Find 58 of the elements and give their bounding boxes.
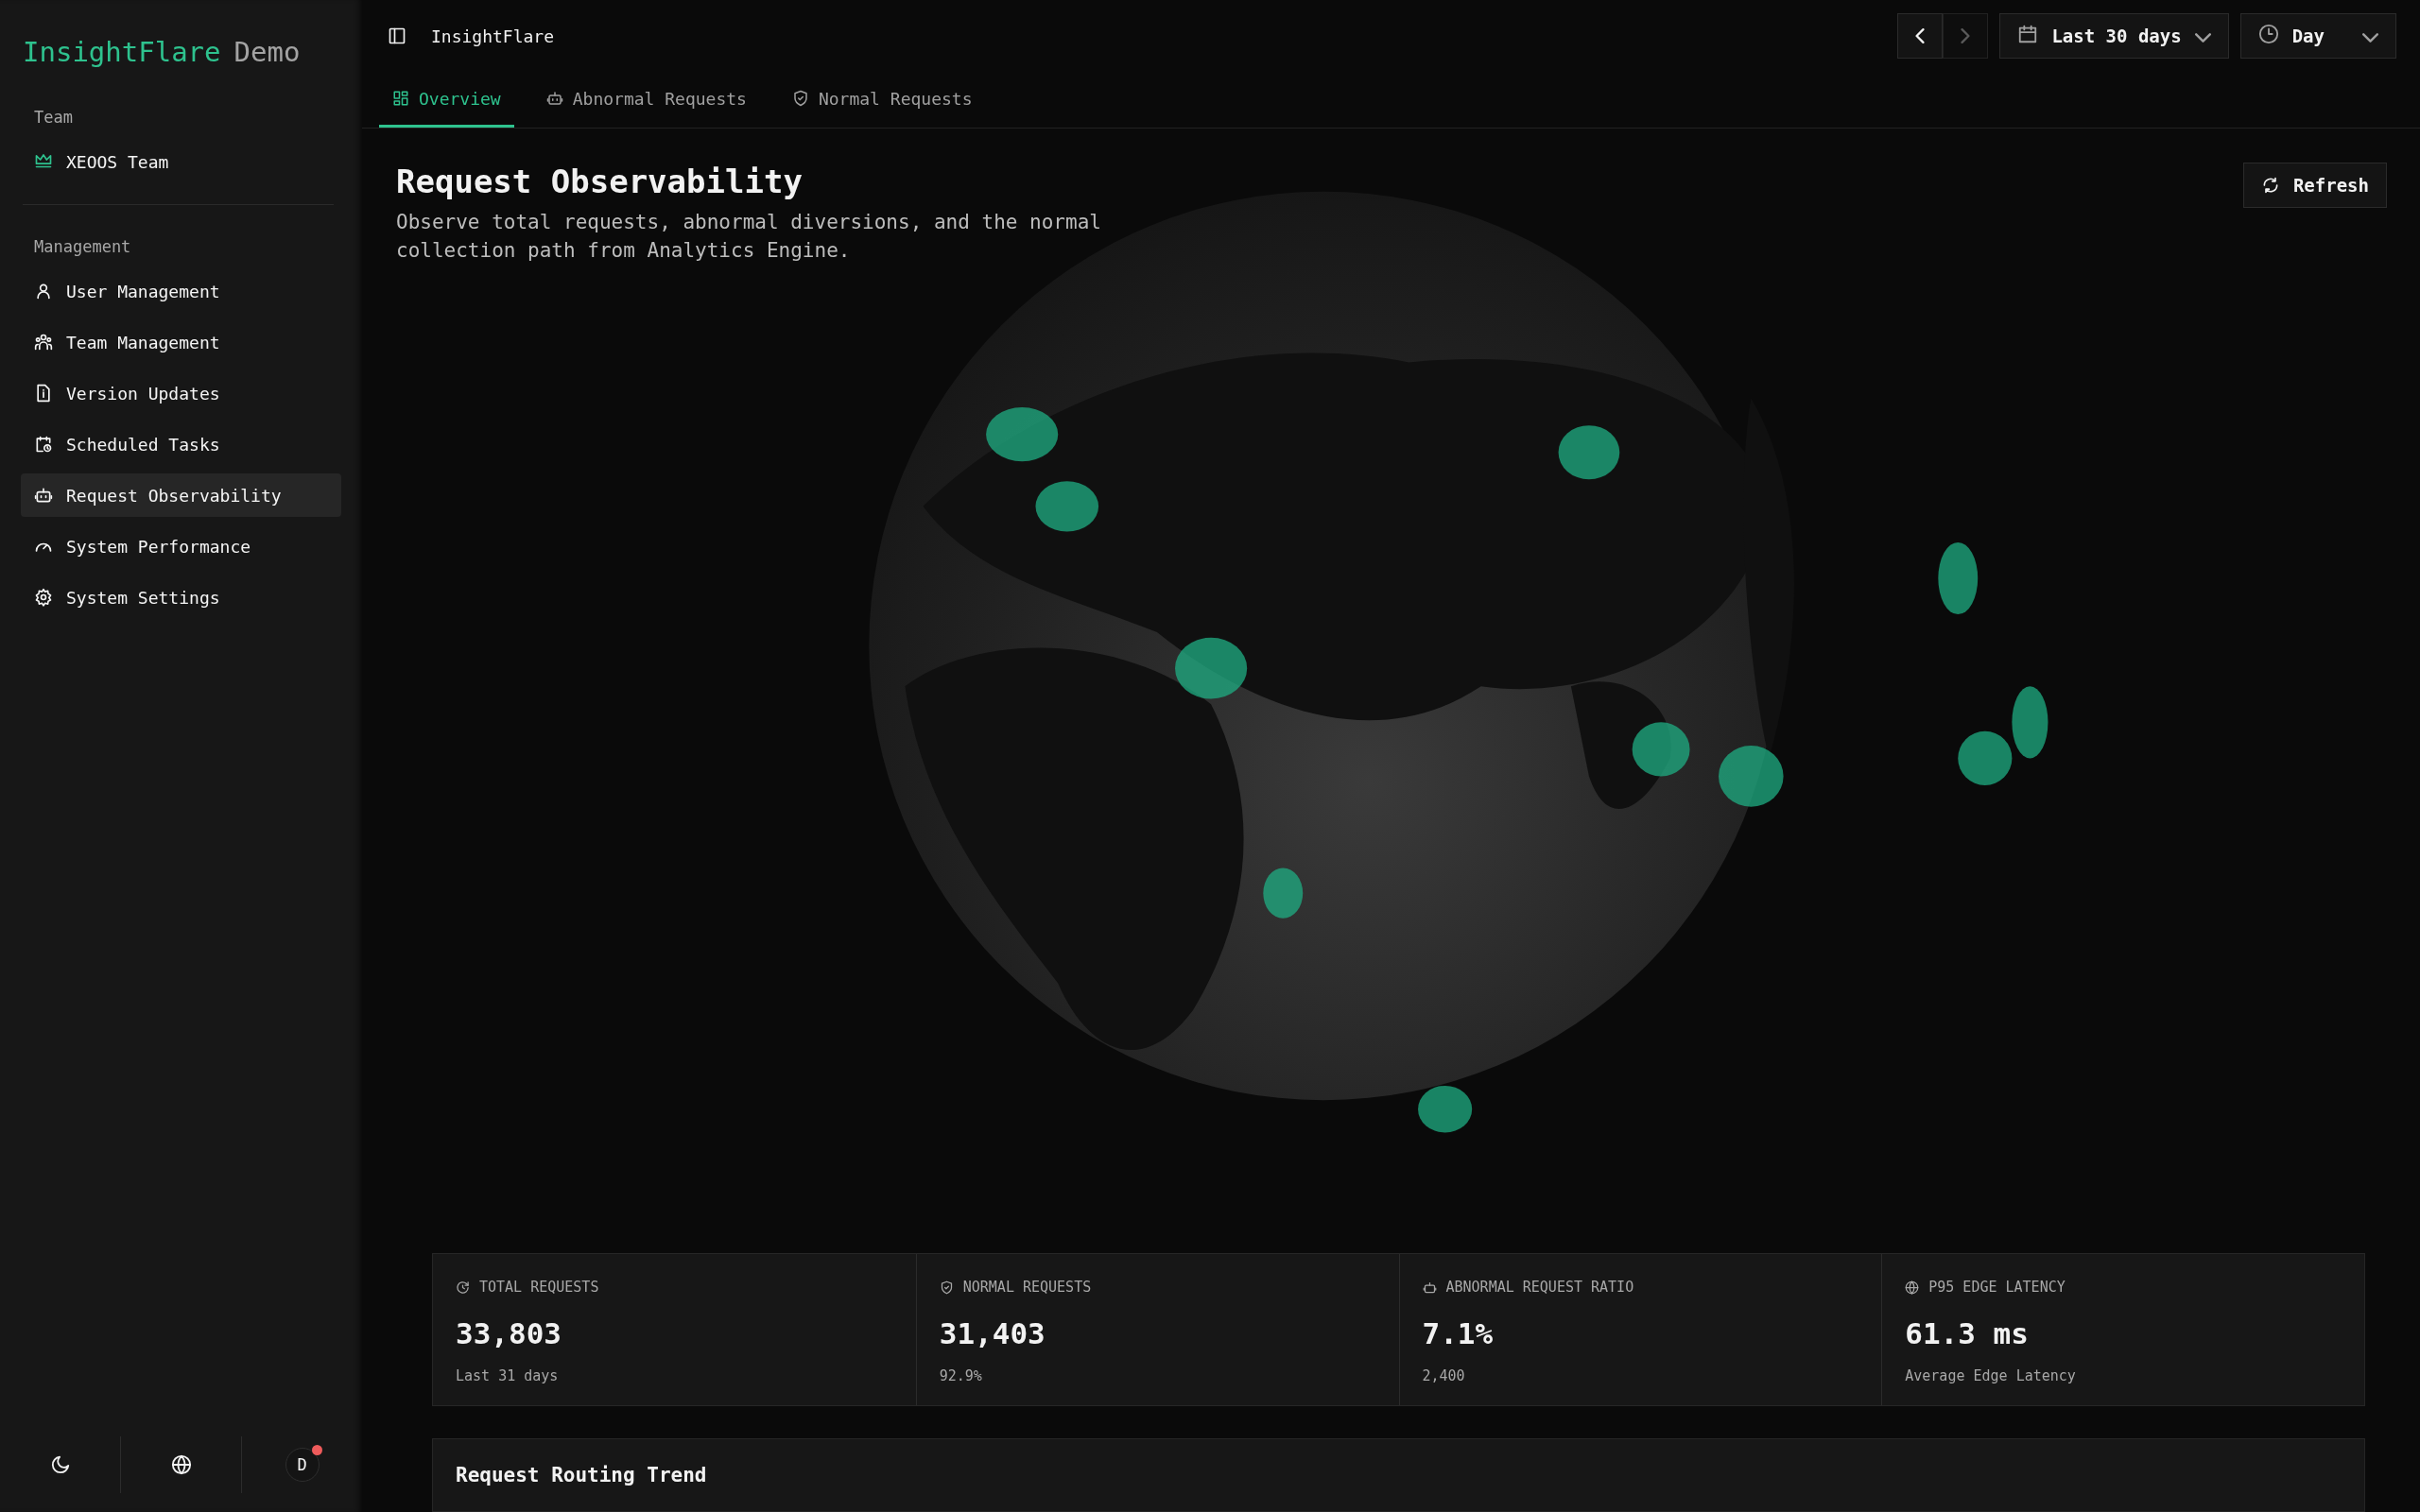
clock-arrow-icon	[456, 1280, 470, 1295]
stat-value: 31,403	[939, 1316, 1046, 1350]
brand-suffix: Demo	[233, 36, 301, 68]
sidebar-item[interactable]: Request Observability	[21, 473, 341, 517]
calendar-icon	[2017, 24, 2039, 45]
sidebar-item[interactable]: System Performance	[21, 524, 341, 568]
sidebar-item[interactable]: Version Updates	[21, 371, 341, 415]
sidebar-item[interactable]: Scheduled Tasks	[21, 422, 341, 466]
stat-value: 33,803	[456, 1316, 562, 1350]
sidebar-toggle-icon	[388, 26, 406, 46]
chevron-right-icon	[1960, 28, 1972, 44]
refresh-button[interactable]: Refresh	[2242, 163, 2387, 208]
robot-icon	[1422, 1280, 1437, 1295]
date-range-dropdown[interactable]: Last 30 days	[1999, 13, 2229, 60]
stat-note: 92.9%	[939, 1367, 983, 1384]
tab[interactable]: Overview	[379, 72, 514, 128]
avatar[interactable]: D	[285, 1448, 320, 1482]
moon-icon	[49, 1454, 71, 1475]
stat-note: Last 31 days	[456, 1367, 560, 1384]
tab[interactable]: Normal Requests	[778, 72, 986, 128]
calendar-clock-icon	[34, 435, 53, 454]
section-label: Team	[33, 107, 74, 129]
chevron-down-icon	[2362, 33, 2378, 43]
shield-icon	[939, 1280, 954, 1295]
stat-note: 2,400	[1422, 1367, 1466, 1384]
tab[interactable]: Abnormal Requests	[532, 72, 760, 128]
section-label: Management	[33, 236, 132, 258]
stat-label: NORMAL REQUESTS	[962, 1279, 1092, 1296]
stat-label: P95 EDGE LATENCY	[1928, 1279, 2066, 1296]
stat-label: ABNORMAL REQUEST RATIO	[1445, 1279, 1634, 1296]
clock-icon	[2257, 24, 2279, 45]
previous-button[interactable]	[1897, 13, 1944, 60]
stat-note: Average Edge Latency	[1905, 1367, 2077, 1384]
people-icon	[34, 333, 53, 352]
chevron-left-icon	[1914, 28, 1927, 44]
gear-icon	[34, 588, 53, 607]
robot-icon	[545, 90, 563, 108]
brand-name: InsightFlare	[23, 36, 221, 68]
shield-icon	[791, 90, 809, 108]
sidebar-item[interactable]: User Management	[21, 269, 341, 313]
globe-icon	[1905, 1280, 1920, 1295]
globe-icon	[170, 1454, 192, 1475]
card-title: Request Routing Trend	[456, 1464, 707, 1486]
stat-value: 61.3 ms	[1905, 1316, 2030, 1350]
sidebar-item[interactable]: Team Management	[21, 320, 341, 364]
page-title: Request Observability	[396, 163, 804, 200]
page-breadcrumb: InsightFlare	[431, 26, 555, 46]
robot-icon	[34, 486, 53, 505]
grid-icon	[392, 90, 409, 108]
page-description: Observe total requests, abnormal diversions, and the normal collection path from Analytics Engine.	[396, 210, 1102, 264]
sidebar-item[interactable]: System Settings	[21, 576, 341, 619]
stat-value: 7.1%	[1422, 1316, 1495, 1350]
user-icon	[34, 282, 53, 301]
chevron-down-icon	[2194, 33, 2211, 43]
granularity-dropdown[interactable]: Day	[2239, 13, 2396, 60]
info-document-icon	[34, 384, 53, 403]
team-selector[interactable]: XEOOS Team	[21, 140, 341, 183]
stat-label: TOTAL REQUESTS	[479, 1279, 599, 1296]
